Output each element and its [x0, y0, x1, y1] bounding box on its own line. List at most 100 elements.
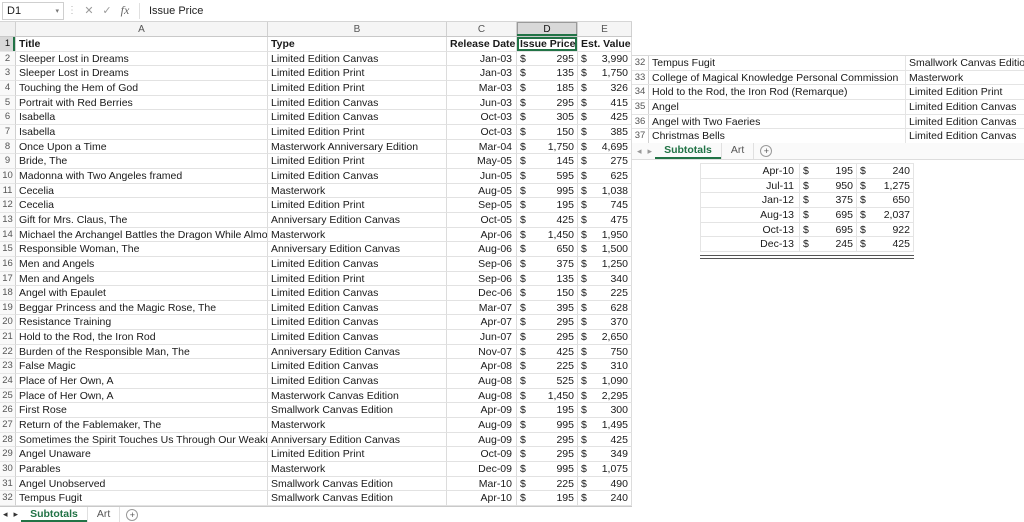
cell-release-date[interactable]: Apr-08 [447, 359, 517, 375]
column-header-e[interactable]: E [578, 22, 632, 36]
cell-issue-price[interactable]: $ 295 [517, 51, 578, 67]
cell-title[interactable]: False Magic [16, 359, 268, 375]
cell-issue-price[interactable]: $ 225 [517, 359, 578, 375]
cell-release-date[interactable]: Aug-09 [447, 418, 517, 433]
row-number[interactable]: 35 [632, 100, 649, 114]
cell-release-date[interactable]: Jan-03 [447, 66, 517, 81]
cell-date[interactable]: Jan-12 [700, 193, 800, 208]
row-number[interactable]: 30 [0, 462, 16, 477]
cell-type[interactable]: Masterwork [906, 71, 1024, 85]
cell-est-value[interactable]: $ 1,090 [578, 374, 632, 389]
row-number[interactable]: 13 [0, 212, 16, 228]
cell-issue-price[interactable]: $ 425 [517, 344, 578, 360]
cell-type[interactable]: Smallwork Canvas Edition [906, 56, 1024, 70]
column-header-d[interactable]: D [517, 22, 578, 36]
column-header-c[interactable]: C [447, 22, 517, 36]
cell-issue-price[interactable]: $ 185 [517, 80, 578, 96]
cell-release-date[interactable]: Dec-06 [447, 286, 517, 301]
cell-type[interactable]: Limited Edition Canvas [268, 256, 447, 272]
row-number[interactable]: 6 [0, 110, 16, 125]
row-number[interactable]: 11 [0, 183, 16, 199]
cell-issue-price[interactable]: $ 695 [800, 222, 857, 237]
row-number[interactable]: 9 [0, 154, 16, 169]
cell-release-date[interactable]: Mar-10 [447, 476, 517, 492]
cell-issue-price-header[interactable]: Issue Price [517, 37, 578, 52]
insert-function-icon[interactable]: fx [116, 3, 134, 18]
cell-est-value[interactable]: $ 225 [578, 286, 632, 301]
cell-title[interactable]: Tempus Fugit [649, 56, 906, 70]
cell-title[interactable]: Cecelia [16, 198, 268, 213]
row-number[interactable]: 10 [0, 168, 16, 184]
cell-est-value[interactable]: $ 1,750 [578, 66, 632, 81]
cell-title[interactable]: Cecelia [16, 183, 268, 199]
row-number[interactable]: 37 [632, 129, 649, 144]
cell-type[interactable]: Masterwork Anniversary Edition [268, 139, 447, 155]
cell-release-date[interactable]: Oct-03 [447, 110, 517, 125]
cell-est-value-header[interactable]: Est. Value [578, 37, 632, 52]
row-number[interactable]: 14 [0, 227, 16, 243]
cell-title[interactable]: Parables [16, 462, 268, 477]
cell-issue-price[interactable]: $ 950 [800, 178, 857, 193]
row-number-1[interactable]: 1 [0, 37, 16, 52]
row-number[interactable]: 12 [0, 198, 16, 213]
cell-type[interactable]: Masterwork Canvas Edition [268, 388, 447, 404]
cell-est-value[interactable]: $ 1,038 [578, 183, 632, 199]
cell-release-date[interactable]: Sep-05 [447, 198, 517, 213]
cell-issue-price[interactable]: $ 1,750 [517, 139, 578, 155]
row-number[interactable]: 36 [632, 114, 649, 129]
cell-issue-price[interactable]: $ 245 [800, 237, 857, 252]
cell-title[interactable]: Michael the Archangel Battles the Dragon… [16, 227, 268, 243]
cell-est-value[interactable]: $ 340 [578, 271, 632, 287]
cell-est-value[interactable]: $ 370 [578, 315, 632, 331]
cell-release-date[interactable]: Sep-06 [447, 256, 517, 272]
cell-release-date[interactable]: Mar-03 [447, 80, 517, 96]
cell-issue-price[interactable]: $ 135 [517, 66, 578, 81]
formula-input[interactable]: Issue Price [145, 5, 632, 17]
cell-est-value[interactable]: $ 1,275 [857, 178, 914, 193]
row-number[interactable]: 18 [0, 286, 16, 301]
cell-title[interactable]: Men and Angels [16, 271, 268, 287]
cell-est-value[interactable]: $ 425 [857, 237, 914, 252]
cell-title[interactable]: Portrait with Red Berries [16, 95, 268, 111]
cell-type[interactable]: Limited Edition Canvas [268, 330, 447, 345]
cell-title[interactable]: Madonna with Two Angeles framed [16, 168, 268, 184]
cell-issue-price[interactable]: $ 995 [517, 462, 578, 477]
column-header-b[interactable]: B [268, 22, 447, 36]
cell-title[interactable]: Isabella [16, 110, 268, 125]
cell-release-date[interactable]: Apr-10 [447, 491, 517, 506]
cell-issue-price[interactable]: $ 695 [800, 208, 857, 222]
row-number[interactable]: 8 [0, 139, 16, 155]
cell-issue-price[interactable]: $ 295 [517, 315, 578, 331]
cell-issue-price[interactable]: $ 195 [800, 164, 857, 178]
row-number[interactable]: 32 [632, 56, 649, 70]
cell-type[interactable]: Masterwork [268, 462, 447, 477]
cell-release-date[interactable]: Jun-07 [447, 330, 517, 345]
cell-type[interactable]: Limited Edition Print [268, 198, 447, 213]
cell-est-value[interactable]: $ 922 [857, 222, 914, 237]
cell-title[interactable]: Hold to the Rod, the Iron Rod (Remarque) [649, 85, 906, 100]
cell-release-date[interactable]: Oct-03 [447, 124, 517, 140]
cell-title[interactable]: Isabella [16, 124, 268, 140]
cell-est-value[interactable]: $ 300 [578, 403, 632, 419]
row-number[interactable]: 29 [0, 447, 16, 463]
cell-type[interactable]: Limited Edition Canvas [268, 168, 447, 184]
cell-type[interactable]: Limited Edition Print [268, 80, 447, 96]
secondary-tab-subtotals[interactable]: Subtotals [655, 143, 722, 159]
column-header-a[interactable]: A [16, 22, 268, 36]
row-number[interactable]: 34 [632, 85, 649, 100]
cell-title[interactable]: Men and Angels [16, 256, 268, 272]
secondary-tab-art[interactable]: Art [722, 143, 755, 159]
cell-title[interactable]: Resistance Training [16, 315, 268, 331]
cell-issue-price[interactable]: $ 305 [517, 110, 578, 125]
cell-title[interactable]: Place of Her Own, A [16, 388, 268, 404]
cell-title[interactable]: Beggar Princess and the Magic Rose, The [16, 300, 268, 316]
cell-release-date[interactable]: Oct-05 [447, 212, 517, 228]
cell-release-date[interactable]: Mar-04 [447, 139, 517, 155]
row-number[interactable]: 16 [0, 256, 16, 272]
row-number[interactable]: 2 [0, 51, 16, 67]
cell-est-value[interactable]: $ 1,500 [578, 242, 632, 257]
cell-est-value[interactable]: $ 3,990 [578, 51, 632, 67]
name-box-dropdown-icon[interactable]: ▾ [55, 7, 59, 15]
cell-title[interactable]: Return of the Fablemaker, The [16, 418, 268, 433]
cell-title[interactable]: Responsible Woman, The [16, 242, 268, 257]
